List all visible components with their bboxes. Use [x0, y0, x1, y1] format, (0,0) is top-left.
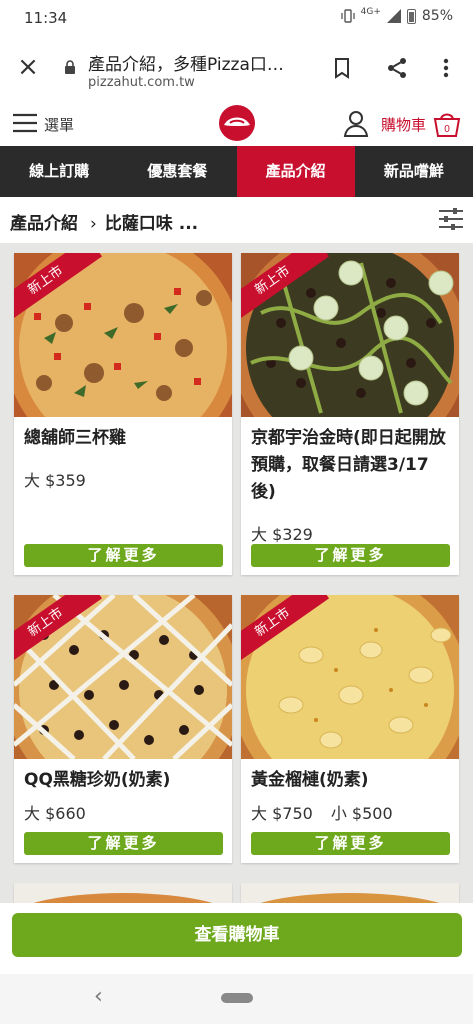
breadcrumb-separator: › — [90, 214, 97, 234]
user-icon[interactable] — [342, 109, 370, 137]
tab-new-items[interactable]: 新品嚐鮮 — [355, 146, 473, 197]
vibrate-icon — [340, 9, 355, 23]
pizza-image[interactable] — [14, 883, 232, 903]
product-grid: 新上市 總舖師三杯雞 大 $359 了解更多 新上市 京都宇治金時(即日起開放預… — [0, 243, 473, 903]
product-name[interactable]: QQ黑糖珍奶(奶素) — [24, 767, 224, 794]
browser-bar: × 產品介紹，多種Pizza口… pizzahut.com.tw — [0, 38, 473, 101]
menu-label[interactable]: 選單 — [44, 114, 74, 135]
product-name[interactable]: 黃金榴槤(奶素) — [251, 767, 451, 794]
learn-more-button[interactable]: 了解更多 — [251, 544, 450, 567]
breadcrumb: 產品介紹 › 比薩口味 ... — [10, 209, 198, 234]
system-nav-bar: ‹ — [0, 974, 473, 1024]
product-price: 大 $750 小 $500 — [251, 800, 411, 824]
more-options-icon[interactable] — [436, 56, 456, 80]
cart-count: 0 — [444, 124, 450, 135]
pizza-image[interactable]: 新上市 — [241, 595, 459, 759]
page-title[interactable]: 產品介紹，多種Pizza口… — [88, 50, 308, 75]
bookmark-icon[interactable] — [330, 56, 354, 80]
view-cart-button[interactable]: 查看購物車 — [12, 913, 462, 957]
cart-basket-icon[interactable]: 0 — [432, 108, 462, 138]
hamburger-menu-icon[interactable] — [12, 112, 38, 134]
close-icon[interactable]: × — [16, 54, 40, 80]
breadcrumb-bar: 產品介紹 › 比薩口味 ... — [0, 197, 473, 244]
page-url[interactable]: pizzahut.com.tw — [88, 75, 195, 90]
learn-more-button[interactable]: 了解更多 — [24, 832, 223, 855]
product-card[interactable]: 新上市 總舖師三杯雞 大 $359 了解更多 — [14, 253, 232, 575]
main-nav: 線上訂購 優惠套餐 產品介紹 新品嚐鮮 — [0, 146, 473, 197]
product-price: 大 $660 — [24, 800, 104, 824]
price-large: 大 $329 — [251, 525, 313, 544]
product-card[interactable]: 新上市 黃金榴槤(奶素) 大 $750 小 $500 了解更多 — [241, 595, 459, 863]
site-header: 選單 購物車 0 — [0, 100, 473, 146]
filter-sliders-icon[interactable] — [438, 207, 464, 231]
product-card[interactable]: 新上市 QQ黑糖珍奶(奶素) 大 $660 了解更多 — [14, 595, 232, 863]
product-card[interactable] — [14, 883, 232, 903]
price-small: 小 $500 — [330, 804, 393, 823]
back-icon[interactable]: ‹ — [94, 984, 103, 1009]
learn-more-button[interactable]: 了解更多 — [24, 544, 223, 567]
price-large: 大 $359 — [24, 471, 86, 490]
battery-percent: 85% — [421, 8, 453, 24]
pizza-hut-logo[interactable] — [216, 104, 258, 142]
pizza-image[interactable]: 新上市 — [14, 595, 232, 759]
product-price: 大 $329 — [251, 521, 331, 545]
lock-icon — [65, 60, 75, 74]
price-large: 大 $660 — [24, 804, 86, 823]
pizza-image[interactable]: 新上市 — [241, 253, 459, 417]
price-large: 大 $750 — [251, 804, 313, 823]
share-icon[interactable] — [385, 56, 409, 80]
product-price: 大 $359 — [24, 467, 104, 491]
checkout-bar: 查看購物車 — [0, 903, 473, 974]
tab-products[interactable]: 產品介紹 — [236, 146, 355, 197]
breadcrumb-pizza-flavors[interactable]: 比薩口味 ... — [105, 214, 198, 234]
breadcrumb-products[interactable]: 產品介紹 — [10, 214, 78, 234]
pizza-image[interactable] — [241, 883, 459, 903]
product-card[interactable]: 新上市 京都宇治金時(即日起開放預購，取餐日請選3/17後) 大 $329 了解… — [241, 253, 459, 575]
status-bar: 11:34 4G+ 85% — [0, 0, 473, 38]
learn-more-button[interactable]: 了解更多 — [251, 832, 450, 855]
status-icons: 4G+ 85% — [340, 7, 453, 24]
battery-icon — [406, 8, 416, 24]
status-time: 11:34 — [24, 9, 68, 27]
product-name[interactable]: 總舖師三杯雞 — [24, 425, 224, 452]
product-name[interactable]: 京都宇治金時(即日起開放預購，取餐日請選3/17後) — [251, 425, 451, 506]
cart-label[interactable]: 購物車 — [381, 114, 426, 135]
tab-deals[interactable]: 優惠套餐 — [118, 146, 236, 197]
signal-icon — [386, 9, 401, 23]
pizza-image[interactable]: 新上市 — [14, 253, 232, 417]
home-pill-icon[interactable] — [221, 993, 253, 1003]
product-card[interactable] — [241, 883, 459, 903]
network-type: 4G+ — [360, 7, 381, 17]
tab-online-order[interactable]: 線上訂購 — [0, 146, 118, 197]
